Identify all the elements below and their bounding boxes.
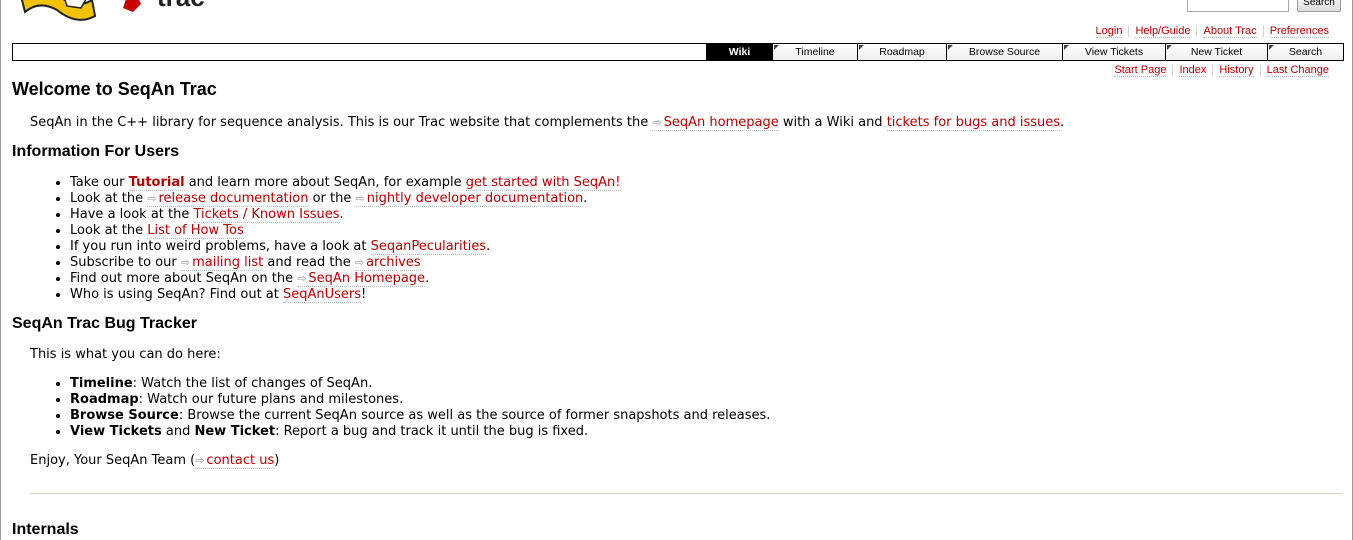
index-link[interactable]: Index xyxy=(1179,64,1207,77)
list-item: Who is using SeqAn? Find out at SeqAnUse… xyxy=(70,287,621,303)
about-trac-link[interactable]: About Trac xyxy=(1203,25,1257,38)
list-item: Subscribe to our mailing list and read t… xyxy=(70,255,621,271)
seqan-trac-logo[interactable]: trac xyxy=(17,0,237,22)
list-item: Browse Source: Browse the current SeqAn … xyxy=(70,408,770,424)
list-item: If you run into weird problems, have a l… xyxy=(70,239,621,255)
search-button[interactable]: Search xyxy=(1297,0,1341,12)
tutorial-link[interactable]: Tutorial xyxy=(128,175,185,191)
list-item: View Tickets and New Ticket: Report a bu… xyxy=(70,424,770,440)
svg-text:trac: trac xyxy=(157,0,205,12)
tab-roadmap[interactable]: Roadmap xyxy=(857,44,946,60)
list-item: Roadmap: Watch our future plans and mile… xyxy=(70,392,770,408)
tickets-link[interactable]: tickets for bugs and issues xyxy=(886,115,1061,131)
peculiarities-link[interactable]: SeqanPecularities xyxy=(370,239,487,255)
metanav: Login Help/Guide About Trac Preferences xyxy=(1090,25,1335,38)
seqan-homepage-link-2[interactable]: SeqAn Homepage xyxy=(297,271,426,287)
list-item: Take our Tutorial and learn more about S… xyxy=(70,175,621,191)
release-docs-link[interactable]: release documentation xyxy=(147,191,309,207)
tab-browse-source[interactable]: Browse Source xyxy=(946,44,1062,60)
known-issues-link[interactable]: Tickets / Known Issues xyxy=(193,207,340,223)
login-link[interactable]: Login xyxy=(1095,25,1123,38)
list-item: Timeline: Watch the list of changes of S… xyxy=(70,376,770,392)
main-navigation: Wiki Timeline Roadmap Browse Source View… xyxy=(12,43,1344,61)
history-link[interactable]: History xyxy=(1219,64,1254,77)
tracker-list: Timeline: Watch the list of changes of S… xyxy=(30,376,770,440)
intro-paragraph: SeqAn in the C++ library for sequence an… xyxy=(30,115,1064,131)
users-list: Take our Tutorial and learn more about S… xyxy=(30,175,621,303)
list-item: Find out more about SeqAn on the SeqAn H… xyxy=(70,271,621,287)
list-item: Have a look at the Tickets / Known Issue… xyxy=(70,207,621,223)
how-tos-link[interactable]: List of How Tos xyxy=(147,223,244,239)
seqan-homepage-link[interactable]: SeqAn homepage xyxy=(652,115,779,131)
enjoy-paragraph: Enjoy, Your SeqAn Team (contact us) xyxy=(30,453,279,469)
list-item: Look at the List of How Tos xyxy=(70,223,621,239)
tab-timeline[interactable]: Timeline xyxy=(772,44,857,60)
page-title: Welcome to SeqAn Trac xyxy=(12,79,217,99)
internals-heading: Internals xyxy=(12,521,79,538)
tab-wiki[interactable]: Wiki xyxy=(706,44,772,60)
last-change-link[interactable]: Last Change xyxy=(1266,64,1329,77)
tracker-intro: This is what you can do here: xyxy=(30,347,221,362)
get-started-link[interactable]: get started with SeqAn! xyxy=(465,175,621,191)
contact-us-link[interactable]: contact us xyxy=(195,453,275,469)
nightly-docs-link[interactable]: nightly developer documentation xyxy=(355,191,584,207)
list-item: Look at the release documentation or the… xyxy=(70,191,621,207)
preferences-link[interactable]: Preferences xyxy=(1269,25,1329,38)
divider xyxy=(30,493,1342,494)
users-heading: Information For Users xyxy=(12,143,180,160)
start-page-link[interactable]: Start Page xyxy=(1114,64,1167,77)
tracker-heading: SeqAn Trac Bug Tracker xyxy=(12,315,197,332)
tab-search[interactable]: Search xyxy=(1267,44,1343,60)
context-navigation: Start Page Index History Last Change xyxy=(1108,64,1335,77)
mailing-list-link[interactable]: mailing list xyxy=(180,255,264,271)
tab-new-ticket[interactable]: New Ticket xyxy=(1165,44,1267,60)
archives-link[interactable]: archives xyxy=(354,255,421,271)
seqan-users-link[interactable]: SeqAnUsers xyxy=(283,287,362,303)
search-input[interactable] xyxy=(1187,0,1289,12)
help-guide-link[interactable]: Help/Guide xyxy=(1135,25,1191,38)
tab-view-tickets[interactable]: View Tickets xyxy=(1062,44,1165,60)
